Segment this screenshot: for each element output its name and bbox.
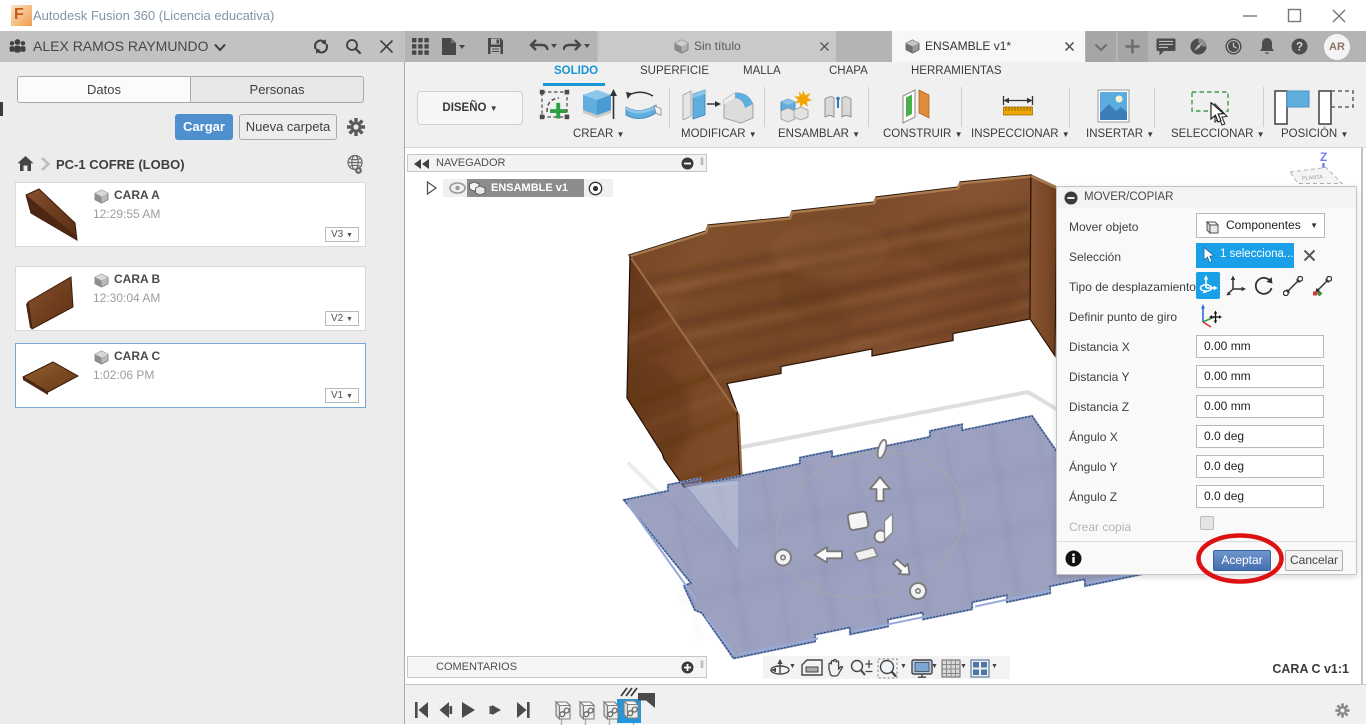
svg-text:Z: Z bbox=[1320, 150, 1327, 164]
svg-text:?: ? bbox=[1296, 42, 1303, 54]
